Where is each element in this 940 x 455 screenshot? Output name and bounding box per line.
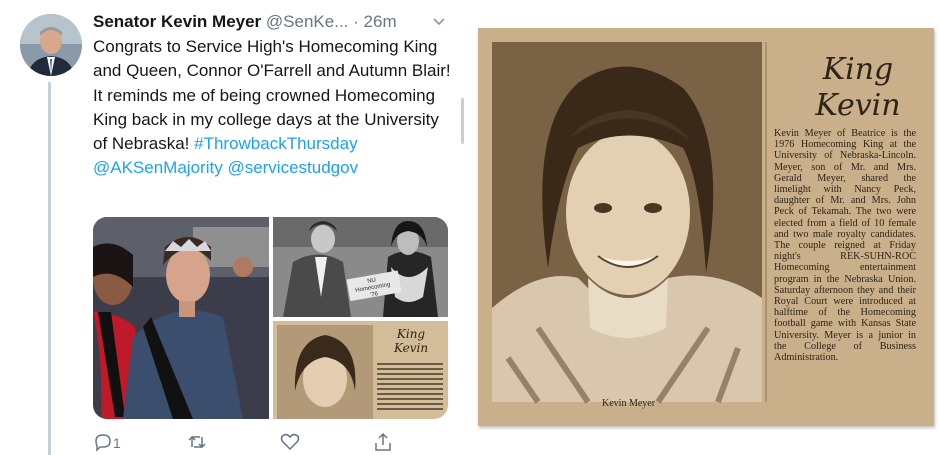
retweet-button[interactable] bbox=[187, 432, 207, 454]
avatar-photo bbox=[20, 14, 82, 76]
reply-count: 1 bbox=[113, 435, 121, 451]
author-handle[interactable]: @SenKe... bbox=[266, 12, 348, 31]
share-icon bbox=[373, 432, 393, 455]
share-button[interactable] bbox=[373, 432, 393, 454]
clipping-caption: Kevin Meyer bbox=[602, 398, 656, 409]
clipping-headline-line1: King bbox=[822, 52, 894, 87]
media-photo-king-queen[interactable] bbox=[93, 217, 269, 419]
hashtag-link[interactable]: #ThrowbackThursday bbox=[194, 134, 357, 153]
tweet-actions: 1 bbox=[93, 432, 393, 454]
separator: · bbox=[353, 12, 359, 31]
thread-line bbox=[48, 82, 51, 455]
reply-icon bbox=[93, 432, 113, 455]
clipping-headline-line2: Kevin bbox=[815, 88, 901, 123]
clipping-article: Kevin Meyer of Beatrice is the 1976 Home… bbox=[774, 128, 916, 364]
newspaper-clipping: King Kevin Kevin Meyer of Beatrice is the… bbox=[478, 28, 934, 426]
media-grid: NU Homecoming '76 King Kevin bbox=[93, 217, 448, 419]
clipping-thumb-title: King Kevin bbox=[375, 327, 447, 355]
tweet: Senator Kevin Meyer @SenKe... · 26m Cong… bbox=[0, 0, 470, 455]
tweet-text: Congrats to Service High's Homecoming Ki… bbox=[93, 35, 453, 181]
mention-link[interactable]: @AKSenMajority bbox=[93, 158, 223, 177]
clipping-headline: King Kevin bbox=[788, 52, 928, 124]
media-photo-homecoming-1976[interactable]: NU Homecoming '76 bbox=[273, 217, 448, 317]
clipping-thumb-title-line2: Kevin bbox=[393, 341, 429, 355]
tweet-header: Senator Kevin Meyer @SenKe... · 26m bbox=[93, 11, 463, 33]
media-photo-clipping-thumb[interactable]: King Kevin bbox=[273, 321, 448, 419]
avatar[interactable] bbox=[20, 14, 82, 76]
clipping-thumb-title-line1: King bbox=[396, 327, 426, 341]
like-button[interactable] bbox=[280, 432, 300, 454]
timestamp[interactable]: 26m bbox=[364, 12, 397, 31]
author-name[interactable]: Senator Kevin Meyer bbox=[93, 12, 261, 31]
like-icon bbox=[280, 432, 300, 455]
reply-button[interactable]: 1 bbox=[93, 432, 121, 454]
mention-link[interactable]: @servicestudgov bbox=[227, 158, 358, 177]
chevron-down-icon[interactable] bbox=[432, 13, 446, 27]
retweet-icon bbox=[187, 432, 207, 455]
scrollbar[interactable] bbox=[461, 98, 464, 144]
